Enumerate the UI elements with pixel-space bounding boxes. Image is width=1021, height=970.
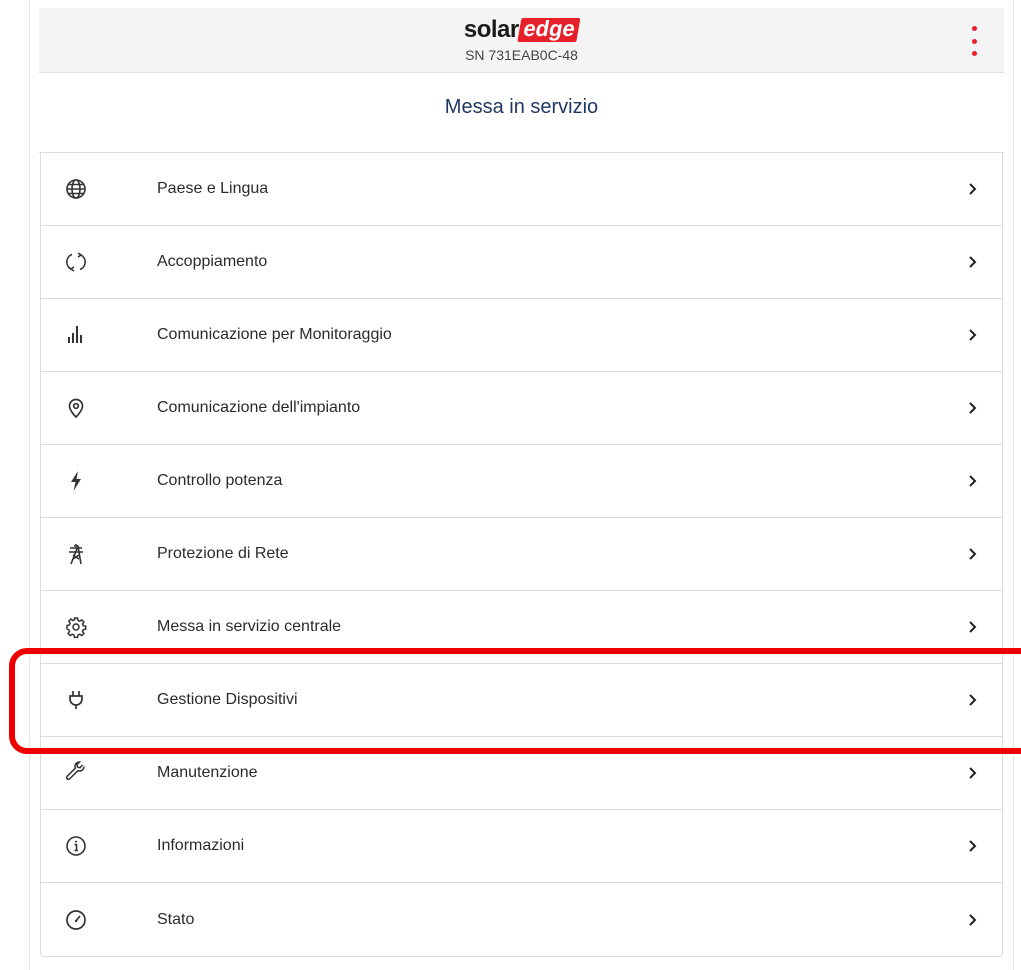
chevron-right-icon bbox=[969, 840, 977, 852]
menu-item-label: Comunicazione dell'impianto bbox=[157, 399, 361, 416]
left-frame-line bbox=[29, 0, 30, 970]
gauge-icon bbox=[63, 907, 89, 933]
menu-item-stato[interactable]: Stato bbox=[41, 883, 1002, 956]
plug-icon bbox=[63, 687, 89, 713]
chevron-right-icon bbox=[969, 913, 977, 926]
gear-icon bbox=[63, 614, 89, 640]
menu-item-label: Messa in servizio centrale bbox=[157, 618, 342, 635]
chevron-right-icon bbox=[969, 329, 977, 341]
menu-item-comunicazione-impianto[interactable]: Comunicazione dell'impianto bbox=[41, 372, 1002, 445]
chevron-right-icon bbox=[969, 183, 977, 195]
menu-item-label: Gestione Dispositivi bbox=[157, 691, 298, 708]
menu-item-protezione-rete[interactable]: Protezione di Rete bbox=[41, 518, 1002, 591]
page-title: Messa in servizio bbox=[444, 96, 599, 118]
bar-chart-icon bbox=[63, 322, 89, 348]
wrench-icon bbox=[63, 760, 89, 786]
chevron-right-icon bbox=[969, 475, 977, 487]
menu-item-label: Manutenzione bbox=[157, 764, 258, 781]
menu-item-label: Protezione di Rete bbox=[157, 545, 289, 562]
sync-icon bbox=[63, 249, 89, 275]
menu-item-paese-lingua[interactable]: Paese e Lingua bbox=[41, 153, 1002, 226]
logo-text-edge: edge bbox=[517, 16, 582, 42]
chevron-right-icon bbox=[969, 402, 977, 414]
menu-item-label: Paese e Lingua bbox=[157, 180, 269, 197]
lightning-icon bbox=[63, 468, 89, 494]
chevron-right-icon bbox=[969, 256, 977, 268]
menu-item-informazioni[interactable]: Informazioni bbox=[41, 810, 1002, 883]
kebab-menu-icon[interactable] bbox=[968, 26, 980, 56]
power-tower-icon bbox=[63, 541, 89, 567]
chevron-right-icon bbox=[969, 621, 977, 633]
chevron-right-icon bbox=[969, 548, 977, 560]
logo-text-solar: solar bbox=[463, 16, 519, 43]
menu-item-gestione-dispositivi[interactable]: Gestione Dispositivi bbox=[41, 664, 1002, 737]
menu-item-label: Accoppiamento bbox=[157, 253, 268, 270]
menu-item-accoppiamento[interactable]: Accoppiamento bbox=[41, 226, 1002, 299]
menu-item-label: Stato bbox=[157, 910, 195, 928]
menu-item-label: Informazioni bbox=[157, 837, 245, 854]
menu-item-manutenzione[interactable]: Manutenzione bbox=[41, 737, 1002, 810]
settings-menu-list: Paese e Lingua Accoppiamento Comunicazio… bbox=[40, 153, 1003, 957]
chevron-right-icon bbox=[969, 767, 977, 779]
serial-number: SN 731EAB0C-48 bbox=[465, 47, 578, 63]
globe-icon bbox=[63, 176, 89, 202]
solaredge-logo: solar edge bbox=[463, 14, 582, 43]
menu-item-label: Controllo potenza bbox=[157, 472, 283, 489]
menu-item-comunicazione-monitoraggio[interactable]: Comunicazione per Monitoraggio bbox=[41, 299, 1002, 372]
chevron-right-icon bbox=[969, 694, 977, 706]
location-pin-icon bbox=[63, 395, 89, 421]
app-header: solar edge SN 731EAB0C-48 bbox=[39, 8, 1004, 73]
info-icon bbox=[63, 833, 89, 859]
right-frame-line bbox=[1013, 0, 1014, 970]
menu-item-label: Comunicazione per Monitoraggio bbox=[157, 326, 392, 343]
menu-item-messa-servizio-centrale[interactable]: Messa in servizio centrale bbox=[41, 591, 1002, 664]
menu-item-controllo-potenza[interactable]: Controllo potenza bbox=[41, 445, 1002, 518]
